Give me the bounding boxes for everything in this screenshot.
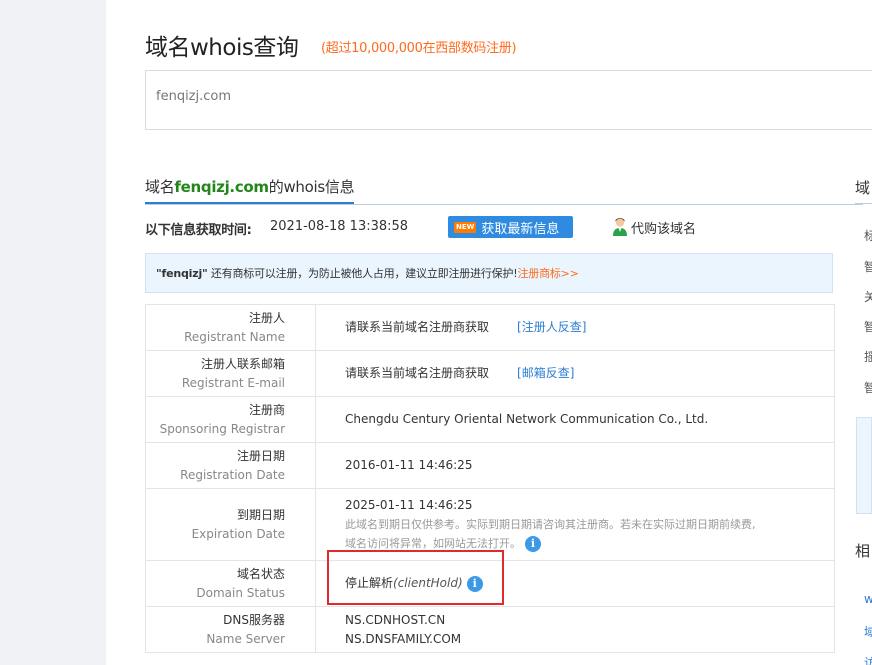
row-value: 2025-01-11 14:46:25 此域名到期日仅供参考。实际到期日期请咨询… xyxy=(315,488,835,561)
section-title-suffix: 的whois信息 xyxy=(268,178,355,196)
sidebar-item[interactable]: 智 xyxy=(864,379,872,396)
row-key: 注册日期 Registration Date xyxy=(145,442,316,489)
page-title: 域名whois查询 xyxy=(145,35,299,61)
key-cn: 域名状态 xyxy=(236,566,285,581)
section-title: 域名fenqizj.com的whois信息 xyxy=(145,176,355,204)
sidebar-item[interactable]: 智 xyxy=(864,258,872,275)
sidebar-link[interactable]: w xyxy=(864,592,872,606)
refresh-whois-label: 获取最新信息 xyxy=(481,221,560,237)
status-info-icon[interactable]: i xyxy=(466,575,483,592)
key-cn: 注册人联系邮箱 xyxy=(200,356,285,371)
domain-search-input[interactable] xyxy=(156,89,756,104)
row-value: 请联系当前域名注册商获取 [邮箱反查] xyxy=(315,350,835,397)
sidebar-item[interactable]: 智 xyxy=(864,318,872,335)
key-en: Registrant E-mail xyxy=(181,375,285,390)
domain-status-value: 停止解析 xyxy=(345,576,394,590)
table-row: 注册人联系邮箱 Registrant E-mail 请联系当前域名注册商获取 [邮箱… xyxy=(145,350,835,397)
row-value: 请联系当前域名注册商获取 [注册人反查] xyxy=(315,304,835,351)
row-value: 停止解析(clientHold) i xyxy=(315,560,835,607)
key-cn: DNS服务器 xyxy=(223,612,285,627)
fetch-time-value: 2021-08-18 13:38:58 xyxy=(270,219,409,234)
right-sidebar: 域 标 智 关 智 摇 智 相 w 域 访 xyxy=(855,0,872,665)
left-gutter xyxy=(0,0,106,665)
key-en: Expiration Date xyxy=(191,526,285,541)
table-row: 注册商 Sponsoring Registrar Chengdu Century … xyxy=(145,396,835,443)
sidebar-item[interactable]: 摇 xyxy=(864,348,872,365)
table-row: DNS服务器 Name Server NS.CDNHOST.CN NS.DNSFAM… xyxy=(145,606,835,653)
key-cn: 注册商 xyxy=(248,402,285,417)
row-key: DNS服务器 Name Server xyxy=(145,606,316,653)
sidebar-item[interactable]: 关 xyxy=(864,288,872,305)
proxy-buy-label: 代购该域名 xyxy=(631,221,697,237)
row-key: 注册商 Sponsoring Registrar xyxy=(145,396,316,443)
name-server-1: NS.CDNHOST.CN xyxy=(345,612,446,627)
proxy-buy-link[interactable]: 代购该域名 xyxy=(612,216,696,238)
sidebar-heading-2: 相 xyxy=(855,542,871,560)
registrant-reverse-link[interactable]: [注册人反查] xyxy=(517,320,586,334)
section-header: 域名fenqizj.com的whois信息 xyxy=(145,176,863,205)
email-reverse-link[interactable]: [邮箱反查] xyxy=(517,366,574,380)
key-en: Domain Status xyxy=(196,585,285,600)
expiration-note-text: 域名访问将异常，如网站无法打开。 xyxy=(345,537,521,550)
key-en: Registrant Name xyxy=(184,329,285,344)
notice-name: "fenqizj" xyxy=(156,267,208,280)
row-key: 到期日期 Expiration Date xyxy=(145,488,316,561)
sidebar-link[interactable]: 域 xyxy=(864,623,872,640)
section-title-domain: fenqizj.com xyxy=(174,178,269,196)
registrant-name-value: 请联系当前域名注册商获取 xyxy=(345,320,490,334)
notice-text: 还有商标可以注册，为防止被他人占用，建议立即注册进行保护! xyxy=(207,267,518,280)
info-icon[interactable]: i xyxy=(525,536,541,552)
register-trademark-link[interactable]: 注册商标>> xyxy=(517,267,578,280)
row-value: Chengdu Century Oriental Network Communi… xyxy=(315,396,835,443)
expiration-note-line2: 域名访问将异常，如网站无法打开。 i xyxy=(345,534,833,553)
fetch-time-label: 以下信息获取时间: xyxy=(145,223,252,238)
key-en: Registration Date xyxy=(180,467,285,482)
key-cn: 到期日期 xyxy=(236,507,285,522)
row-key: 域名状态 Domain Status xyxy=(145,560,316,607)
table-row: 注册人 Registrant Name 请联系当前域名注册商获取 [注册人反查] xyxy=(145,304,835,351)
sidebar-box xyxy=(856,417,872,514)
person-icon xyxy=(613,218,627,236)
table-row: 域名状态 Domain Status 停止解析(clientHold) i xyxy=(145,560,835,607)
row-key: 注册人联系邮箱 Registrant E-mail xyxy=(145,350,316,397)
name-server-2: NS.DNSFAMILY.COM xyxy=(345,631,462,646)
registrant-email-value: 请联系当前域名注册商获取 xyxy=(345,366,490,380)
expiration-date-value: 2025-01-11 14:46:25 xyxy=(345,498,473,512)
key-cn: 注册日期 xyxy=(236,448,285,463)
key-en: Name Server xyxy=(206,631,285,646)
key-cn: 注册人 xyxy=(248,310,285,325)
sidebar-heading-1: 域 xyxy=(855,179,871,197)
fetch-row: 以下信息获取时间: 2021-08-18 13:38:58 NEW 获取最新信息… xyxy=(145,216,845,238)
table-row: 注册日期 Registration Date 2016-01-11 14:46:2… xyxy=(145,442,835,489)
key-en: Sponsoring Registrar xyxy=(159,421,285,436)
registrar-value: Chengdu Century Oriental Network Communi… xyxy=(345,412,709,426)
sidebar-divider xyxy=(855,203,872,204)
expiration-note-line1: 此域名到期日仅供参考。实际到期日期请咨询其注册商。若未在实际过期日期前续费, xyxy=(345,518,756,531)
trademark-notice: "fenqizj" 还有商标可以注册，为防止被他人占用，建议立即注册进行保护!注… xyxy=(145,253,833,293)
row-key: 注册人 Registrant Name xyxy=(145,304,316,351)
table-row: 到期日期 Expiration Date 2025-01-11 14:46:25 … xyxy=(145,488,835,561)
sidebar-item[interactable]: 标 xyxy=(864,227,872,244)
domain-status-code: (clientHold) xyxy=(393,576,463,590)
row-value: NS.CDNHOST.CN NS.DNSFAMILY.COM xyxy=(315,606,835,653)
whois-table: 注册人 Registrant Name 请联系当前域名注册商获取 [注册人反查] 注… xyxy=(145,304,835,653)
refresh-whois-button[interactable]: NEW 获取最新信息 xyxy=(448,216,573,238)
registration-date-value: 2016-01-11 14:46:25 xyxy=(345,458,473,472)
row-value: 2016-01-11 14:46:25 xyxy=(315,442,835,489)
section-title-prefix: 域名 xyxy=(145,178,175,196)
new-badge-icon: NEW xyxy=(454,221,477,233)
sidebar-link[interactable]: 访 xyxy=(864,654,872,665)
search-box xyxy=(145,70,872,130)
page-subtitle: (超过10,000,000在西部数码注册) xyxy=(321,41,517,56)
